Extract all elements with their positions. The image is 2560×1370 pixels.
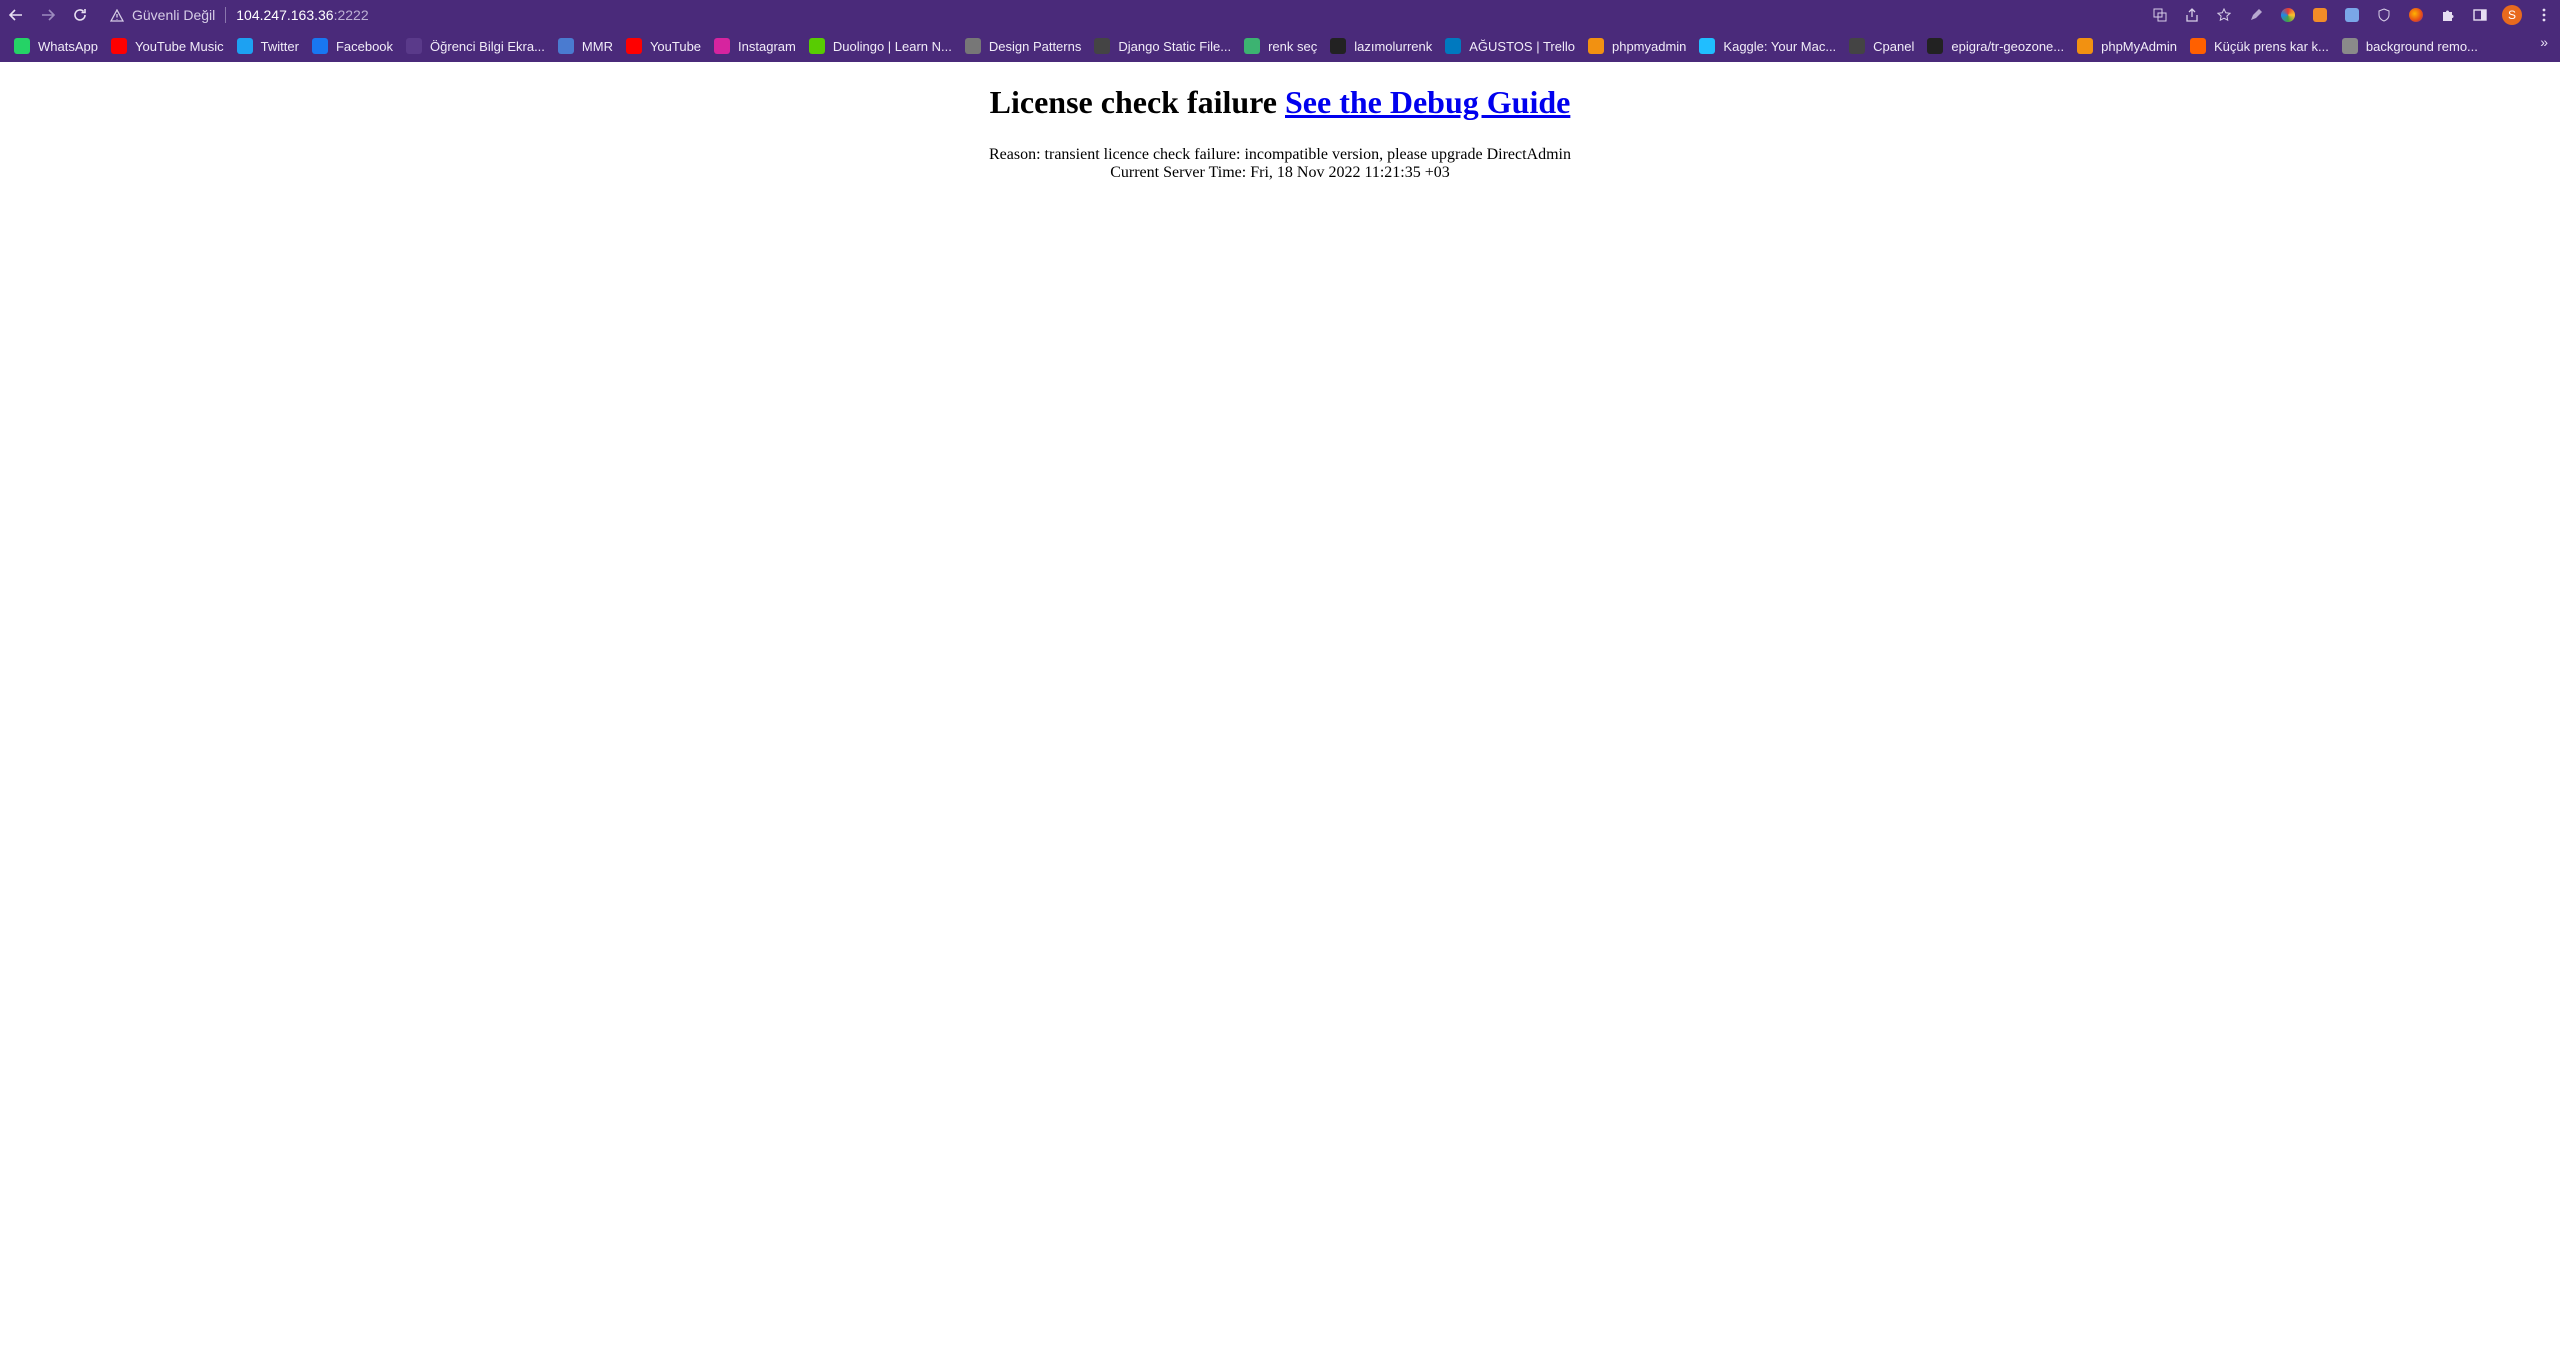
bookmark-label: Küçük prens kar k...: [2213, 38, 2329, 54]
bookmark-item[interactable]: background remo...: [2338, 34, 2487, 58]
toolbar-actions: S: [2144, 0, 2560, 30]
youtube-icon: [625, 38, 642, 54]
trello-icon: [1445, 38, 1462, 54]
bookmark-label: Twitter: [260, 38, 299, 54]
extension-orange-icon[interactable]: [2304, 0, 2336, 30]
page-content: License check failure See the Debug Guid…: [0, 62, 2560, 1370]
bookmarks-bar: WhatsApp YouTube Music Twitter Facebook Öğre…: [0, 30, 2560, 62]
address-bar[interactable]: Güvenli Değil 104.247.163.36 :2222: [108, 3, 2228, 27]
phpmyadmin-icon: [2077, 38, 2094, 54]
globe-icon: [1849, 38, 1866, 54]
bookmark-item[interactable]: epigra/tr-geozone...: [1923, 34, 2073, 58]
bookmark-item[interactable]: Duolingo | Learn N...: [805, 34, 961, 58]
bookmark-item[interactable]: Django Static File...: [1090, 34, 1240, 58]
color-palette-icon: [1244, 38, 1261, 54]
bookmark-label: Kaggle: Your Mac...: [1723, 38, 1837, 54]
bookmark-item[interactable]: Twitter: [233, 34, 308, 58]
bookmark-item[interactable]: renk seç: [1240, 34, 1326, 58]
bookmark-item[interactable]: Cpanel: [1845, 34, 1923, 58]
whatsapp-icon: [14, 38, 30, 54]
warning-icon[interactable]: [108, 6, 126, 24]
extension-pen-icon[interactable]: [2240, 0, 2272, 30]
bookmark-item[interactable]: Kaggle: Your Mac...: [1695, 34, 1845, 58]
bookmark-label: Öğrenci Bilgi Ekra...: [430, 38, 545, 54]
bookmark-label: MMR: [581, 38, 613, 54]
bookmark-label: Facebook: [335, 38, 394, 54]
bookmark-item[interactable]: Öğrenci Bilgi Ekra...: [402, 34, 554, 58]
debug-guide-link[interactable]: See the Debug Guide: [1285, 84, 1570, 120]
bookmark-item[interactable]: Facebook: [308, 34, 402, 58]
extension-shield-icon[interactable]: [2368, 0, 2400, 30]
bookmark-item[interactable]: lazımolurrenk: [1326, 34, 1441, 58]
bookmark-item[interactable]: AĞUSTOS | Trello: [1441, 34, 1584, 58]
bookmark-label: Django Static File...: [1118, 38, 1232, 54]
bookmark-label: Cpanel: [1873, 38, 1915, 54]
bookmark-label: Design Patterns: [988, 38, 1082, 54]
bookmark-label: Duolingo | Learn N...: [832, 38, 952, 54]
bookmark-item[interactable]: MMR: [554, 34, 622, 58]
bookmark-star-icon[interactable]: [2208, 0, 2240, 30]
profile-avatar[interactable]: S: [2496, 0, 2528, 30]
bookmark-label: lazımolurrenk: [1354, 38, 1433, 54]
phpmyadmin-icon: [1587, 38, 1604, 54]
omnibox-divider: [225, 7, 227, 23]
url-port: :2222: [333, 7, 369, 23]
forward-arrow-icon[interactable]: [32, 0, 64, 30]
bookmark-item[interactable]: YouTube: [622, 34, 710, 58]
bookmark-label: WhatsApp: [38, 38, 98, 54]
bookmark-label: YouTube: [649, 38, 702, 54]
bookmarks-overflow-icon[interactable]: »: [2540, 34, 2548, 50]
instagram-icon: [714, 38, 731, 54]
twitter-icon: [236, 38, 253, 54]
mmr-icon: [557, 38, 574, 54]
extension-checker-icon[interactable]: [2336, 0, 2368, 30]
bookmark-item[interactable]: YouTube Music: [107, 34, 233, 58]
share-icon[interactable]: [2176, 0, 2208, 30]
bookmark-label: Instagram: [738, 38, 796, 54]
extension-color-icon[interactable]: [2272, 0, 2304, 30]
github-icon: [1927, 38, 1944, 54]
bookmark-label: phpmyadmin: [1611, 38, 1687, 54]
browser-toolbar: Güvenli Değil 104.247.163.36 :2222 S: [0, 0, 2560, 30]
bookmark-label: AĞUSTOS | Trello: [1469, 38, 1575, 54]
bookmark-item[interactable]: phpMyAdmin: [2073, 34, 2186, 58]
page-title: License check failure See the Debug Guid…: [0, 84, 2560, 121]
bookmark-label: background remo...: [2365, 38, 2478, 54]
remove-bg-icon: [2341, 38, 2358, 54]
bookmark-label: renk seç: [1268, 38, 1318, 54]
reload-icon[interactable]: [64, 0, 96, 30]
bookmark-label: YouTube Music: [134, 38, 224, 54]
error-details: Reason: transient licence check failure:…: [0, 146, 2560, 182]
translate-icon[interactable]: [2144, 0, 2176, 30]
bookmark-item[interactable]: Instagram: [710, 34, 805, 58]
globe-icon: [1094, 38, 1111, 54]
heading-text: License check failure: [989, 84, 1277, 120]
page-icon: [406, 38, 423, 54]
kaggle-icon: [1699, 38, 1716, 54]
url-host: 104.247.163.36: [236, 7, 334, 23]
hepsiburada-icon: [2189, 38, 2206, 54]
avatar: S: [2502, 5, 2522, 25]
bookmark-item[interactable]: WhatsApp: [10, 34, 107, 58]
security-status[interactable]: Güvenli Değil: [132, 7, 215, 23]
bookmark-item[interactable]: Design Patterns: [961, 34, 1091, 58]
server-time: Current Server Time: Fri, 18 Nov 2022 11…: [1110, 164, 1450, 181]
facebook-icon: [311, 38, 328, 54]
menu-kebab-icon[interactable]: [2528, 0, 2560, 30]
bookmark-item[interactable]: Küçük prens kar k...: [2186, 34, 2338, 58]
bookmark-label: phpMyAdmin: [2101, 38, 2177, 54]
bookmark-item[interactable]: phpmyadmin: [1584, 34, 1695, 58]
duolingo-icon: [808, 38, 825, 54]
failure-reason: Reason: transient licence check failure:…: [989, 146, 1571, 163]
back-arrow-icon[interactable]: [0, 0, 32, 30]
extensions-puzzle-icon[interactable]: [2432, 0, 2464, 30]
dribbble-icon: [1330, 38, 1347, 54]
side-panel-icon[interactable]: [2464, 0, 2496, 30]
design-patterns-icon: [964, 38, 981, 54]
extension-firefox-icon[interactable]: [2400, 0, 2432, 30]
youtube-music-icon: [110, 38, 127, 54]
bookmark-label: epigra/tr-geozone...: [1951, 38, 2065, 54]
